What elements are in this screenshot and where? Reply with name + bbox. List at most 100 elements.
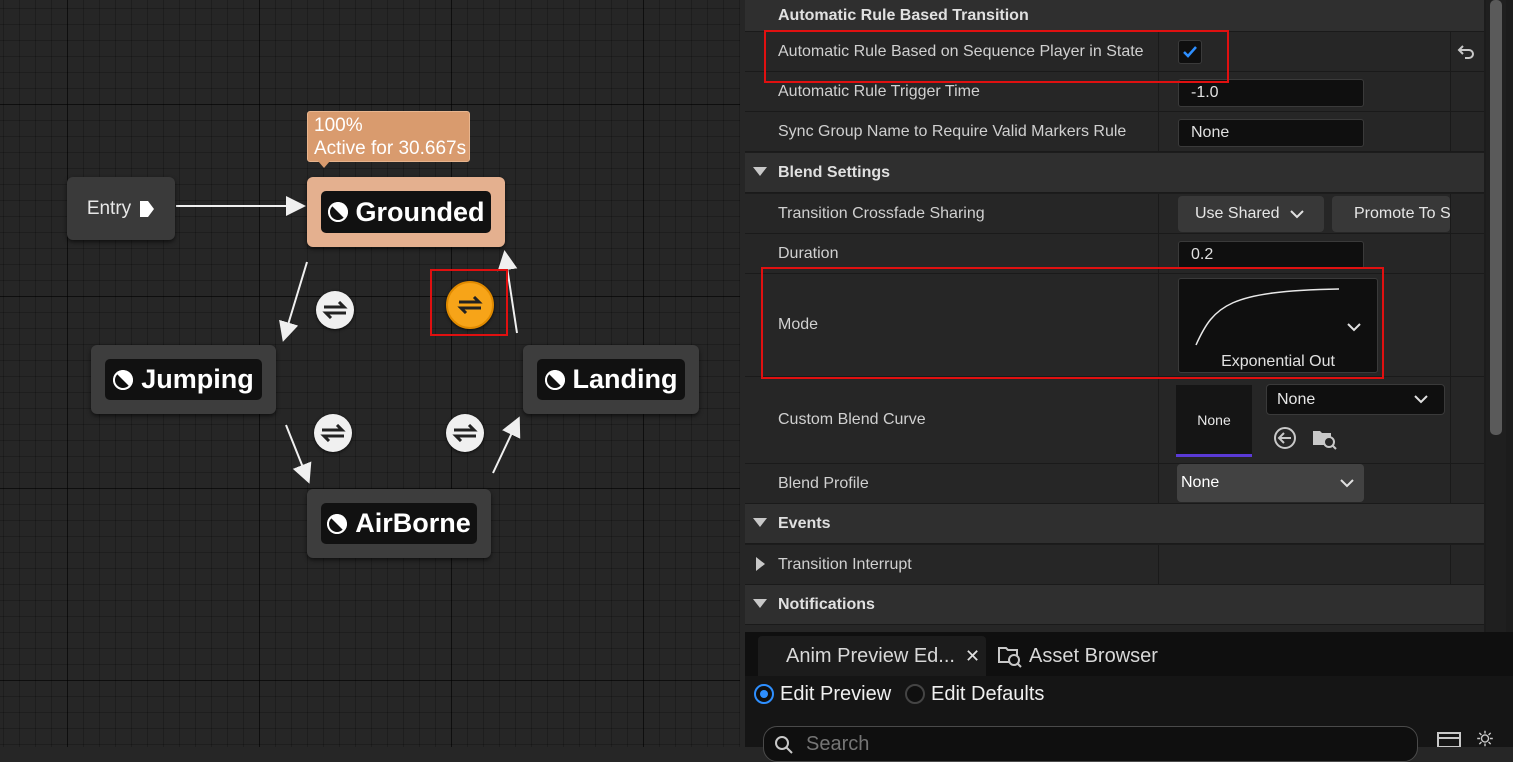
transition-icon xyxy=(320,424,346,442)
search-box[interactable] xyxy=(763,726,1418,762)
state-status-bubble: 100% Active for 30.667s xyxy=(307,111,470,168)
sync-group-field[interactable]: None xyxy=(1178,119,1364,147)
view-options-icon[interactable] xyxy=(1437,732,1461,747)
collapse-caret-icon[interactable] xyxy=(753,518,767,527)
radio-label: Edit Preview xyxy=(780,682,892,705)
property-label: Custom Blend Curve xyxy=(778,411,926,428)
state-node-landing[interactable]: Landing xyxy=(523,345,699,414)
category-label: Automatic Rule Based Transition xyxy=(778,6,1029,24)
tab-anim-preview-editor[interactable]: Anim Preview Ed... ✕ xyxy=(758,636,986,676)
details-panel: Automatic Rule Based Transition Automati… xyxy=(745,0,1513,632)
transition-icon xyxy=(322,301,348,319)
state-icon xyxy=(544,369,565,390)
collapse-caret-icon[interactable] xyxy=(753,599,767,608)
expand-caret-icon[interactable] xyxy=(756,557,765,571)
reset-to-default-icon[interactable] xyxy=(1457,44,1475,60)
tab-label: Asset Browser xyxy=(1029,644,1158,667)
row-custom-blend-curve: Custom Blend Curve None None xyxy=(745,377,1484,464)
collapse-caret-icon[interactable] xyxy=(753,167,767,176)
details-scrollbar[interactable] xyxy=(1490,0,1502,435)
blend-mode-value: Exponential Out xyxy=(1221,353,1335,370)
row-mode: Mode Exponential Out xyxy=(745,274,1484,377)
tab-asset-browser[interactable]: Asset Browser xyxy=(997,636,1158,676)
category-automatic-rule: Automatic Rule Based Transition xyxy=(745,0,1484,32)
entry-node[interactable]: Entry xyxy=(67,177,175,240)
radio-unselected-icon[interactable] xyxy=(905,684,925,704)
transition-icon xyxy=(457,296,483,314)
property-label: Duration xyxy=(778,244,839,262)
category-events[interactable]: Events xyxy=(745,504,1484,544)
state-label-jumping: Jumping xyxy=(141,364,254,394)
state-node-airborne[interactable]: AirBorne xyxy=(307,489,491,558)
transition-airborne-landing[interactable] xyxy=(446,414,484,452)
row-automatic-rule: Automatic Rule Based on Sequence Player … xyxy=(745,32,1484,72)
state-weight: 100% xyxy=(314,115,363,136)
duration-field[interactable]: 0.2 xyxy=(1178,241,1364,269)
state-label-landing: Landing xyxy=(572,364,678,394)
exponential-curve-icon xyxy=(1195,288,1340,346)
search-icon xyxy=(775,736,793,754)
dropdown-value: Use Shared xyxy=(1195,205,1280,222)
property-label: Sync Group Name to Require Valid Markers… xyxy=(778,122,1127,140)
curve-asset-thumbnail[interactable]: None xyxy=(1176,385,1252,457)
state-icon xyxy=(327,513,348,534)
landing-to-grounded-arrow xyxy=(497,250,518,334)
crossfade-sharing-dropdown[interactable]: Use Shared xyxy=(1178,196,1324,232)
dropdown-value: None xyxy=(1277,390,1316,408)
state-icon xyxy=(113,369,134,390)
edit-defaults-option[interactable]: Edit Defaults xyxy=(905,680,1044,708)
chevron-down-icon xyxy=(1347,323,1361,332)
transition-landing-grounded[interactable] xyxy=(446,281,494,329)
chevron-down-icon xyxy=(1414,395,1428,404)
transition-jumping-airborne[interactable] xyxy=(314,414,352,452)
state-label-grounded: Grounded xyxy=(355,196,485,227)
state-label-airborne: AirBorne xyxy=(355,508,471,538)
airborne-to-landing-arrow xyxy=(492,416,521,474)
row-transition-interrupt[interactable]: Transition Interrupt xyxy=(745,545,1484,585)
search-input[interactable] xyxy=(804,731,1388,757)
settings-gear-icon[interactable] xyxy=(1473,730,1497,747)
auto-rule-checkbox[interactable] xyxy=(1178,40,1202,64)
dropdown-value: None xyxy=(1181,474,1220,491)
promote-to-shared-button[interactable]: Promote To S xyxy=(1332,196,1450,232)
property-label: Transition Crossfade Sharing xyxy=(778,204,985,222)
blend-mode-dropdown[interactable]: Exponential Out xyxy=(1178,278,1378,373)
category-label: Events xyxy=(778,514,831,532)
browse-asset-icon[interactable] xyxy=(1311,425,1337,451)
state-icon xyxy=(327,202,348,222)
category-notifications[interactable]: Notifications xyxy=(745,585,1484,625)
tab-label: Anim Preview Ed... xyxy=(786,644,955,667)
property-label: Automatic Rule Based on Sequence Player … xyxy=(778,42,1144,60)
property-label: Transition Interrupt xyxy=(778,555,912,573)
row-sync-group: Sync Group Name to Require Valid Markers… xyxy=(745,112,1484,152)
radio-selected-icon[interactable] xyxy=(754,684,774,704)
custom-curve-dropdown[interactable]: None xyxy=(1266,384,1445,415)
state-node-grounded[interactable]: Grounded xyxy=(307,177,505,247)
category-label: Blend Settings xyxy=(778,163,891,181)
state-node-jumping[interactable]: Jumping xyxy=(91,345,276,414)
property-label: Automatic Rule Trigger Time xyxy=(778,82,980,100)
category-blend-settings[interactable]: Blend Settings xyxy=(745,153,1484,193)
chevron-down-icon xyxy=(1340,478,1354,487)
edit-preview-option[interactable]: Edit Preview xyxy=(754,680,891,708)
row-crossfade-sharing: Transition Crossfade Sharing Use Shared … xyxy=(745,194,1484,234)
transition-icon xyxy=(452,424,478,442)
use-selected-asset-icon[interactable] xyxy=(1272,425,1298,451)
row-trigger-time: Automatic Rule Trigger Time -1.0 xyxy=(745,72,1484,112)
row-blend-profile: Blend Profile None xyxy=(745,464,1484,504)
state-active-time: Active for 30.667s xyxy=(314,138,467,159)
row-duration: Duration 0.2 xyxy=(745,234,1484,274)
radio-label: Edit Defaults xyxy=(931,682,1045,705)
checkmark-icon xyxy=(1183,46,1197,58)
property-label: Blend Profile xyxy=(778,474,869,492)
chevron-down-icon xyxy=(1289,209,1304,218)
entry-label: Entry xyxy=(86,197,132,219)
thumbnail-label: None xyxy=(1197,411,1231,428)
anim-preview-panel: Anim Preview Ed... ✕ Asset Browser Edit … xyxy=(745,632,1513,762)
transition-grounded-jumping[interactable] xyxy=(316,291,354,329)
blend-profile-dropdown[interactable]: None xyxy=(1177,464,1364,502)
close-tab-icon[interactable]: ✕ xyxy=(965,646,980,667)
trigger-time-field[interactable]: -1.0 xyxy=(1178,79,1364,107)
property-label: Mode xyxy=(778,316,819,333)
state-machine-graph[interactable]: Entry 100% Active for 30.667s Grounded J… xyxy=(0,0,740,747)
